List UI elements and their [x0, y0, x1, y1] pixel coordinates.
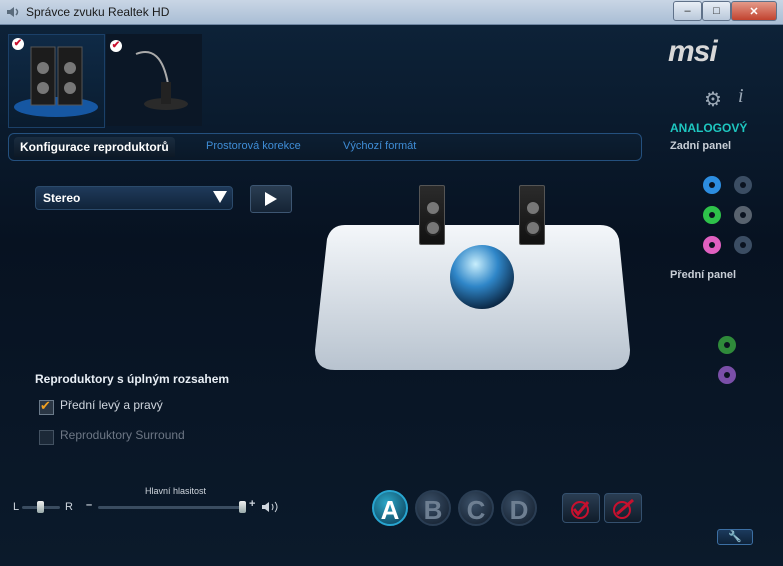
front-lr-checkbox[interactable]	[39, 398, 54, 415]
volume-down-button[interactable]: –	[86, 499, 92, 511]
listener-sphere	[450, 245, 514, 309]
balance-thumb[interactable]	[37, 501, 44, 513]
msi-logo: msi	[668, 35, 718, 68]
rear-jack-pink[interactable]	[703, 236, 721, 254]
surround-label: Reproduktory Surround	[60, 428, 185, 442]
advanced-settings-button[interactable]	[604, 493, 642, 523]
analog-label: ANALOGOVÝ	[670, 121, 748, 135]
speaker-volume-icon[interactable]	[261, 500, 281, 514]
front-lr-label: Přední levý a pravý	[60, 398, 163, 412]
check-arrow-icon	[613, 498, 634, 519]
front-jack-purple[interactable]	[718, 366, 736, 384]
minimize-button[interactable]: –	[673, 1, 702, 21]
front-right-speaker[interactable]	[519, 185, 545, 245]
main-area: ✔ ✔ msi ⚙ i ANALOGOVÝ Zadní panel Přední…	[0, 25, 783, 566]
speaker-config-value: Stereo	[43, 191, 81, 205]
front-jack-green[interactable]	[718, 336, 736, 354]
tab-default-format[interactable]: Výchozí formát	[343, 140, 416, 152]
surround-checkbox[interactable]	[39, 430, 54, 445]
front-left-speaker[interactable]	[419, 185, 445, 245]
info-icon[interactable]: i	[738, 85, 744, 108]
rear-jack-inactive[interactable]	[734, 236, 752, 254]
profile-a-button[interactable]: A	[372, 490, 408, 526]
rear-jack-inactive[interactable]	[734, 206, 752, 224]
front-panel-label: Přední panel	[670, 269, 737, 281]
profile-d-button[interactable]: D	[501, 490, 537, 526]
enabled-check-icon: ✔	[110, 40, 122, 52]
fullrange-title: Reproduktory s úplným rozsahem	[35, 372, 230, 386]
ok-button[interactable]	[562, 493, 600, 523]
volume-up-button[interactable]: +	[249, 498, 255, 510]
chevron-down-icon	[213, 191, 227, 203]
master-volume-thumb[interactable]	[239, 501, 246, 513]
rear-jack-green[interactable]	[703, 206, 721, 224]
microphone-device-tab[interactable]: ✔	[106, 34, 202, 126]
maximize-button[interactable]: □	[702, 1, 731, 21]
rear-panel-label: Zadní panel	[670, 140, 732, 152]
master-volume-slider[interactable]	[98, 506, 244, 509]
speakers-icon	[14, 46, 98, 117]
close-button[interactable]: ✕	[731, 1, 777, 21]
enabled-check-icon: ✔	[12, 38, 24, 50]
speaker-app-icon	[7, 7, 19, 17]
profile-c-button[interactable]: C	[458, 490, 494, 526]
profile-b-button[interactable]: B	[415, 490, 451, 526]
check-icon	[571, 501, 590, 519]
speaker-stage	[315, 225, 630, 370]
tab-room-correction[interactable]: Prostorová korekce	[206, 140, 301, 152]
window-title: Správce zvuku Realtek HD	[26, 5, 170, 19]
rear-jack-inactive[interactable]	[734, 176, 752, 194]
balance-left-label: L	[13, 501, 20, 513]
rear-jack-blue[interactable]	[703, 176, 721, 194]
gear-icon[interactable]: ⚙	[704, 87, 722, 112]
speakers-device-tab[interactable]: ✔	[8, 34, 105, 128]
title-bar: Správce zvuku Realtek HD – □ ✕	[0, 0, 783, 25]
play-test-button[interactable]	[250, 185, 292, 213]
tab-bar: Konfigurace reproduktorů Prostorová kore…	[8, 133, 642, 161]
speaker-config-select[interactable]: Stereo	[35, 186, 233, 210]
wrench-icon[interactable]: 🔧	[717, 529, 753, 545]
tab-speaker-config[interactable]: Konfigurace reproduktorů	[14, 137, 175, 157]
master-volume-label: Hlavní hlasitost	[145, 486, 207, 496]
balance-right-label: R	[65, 501, 73, 513]
